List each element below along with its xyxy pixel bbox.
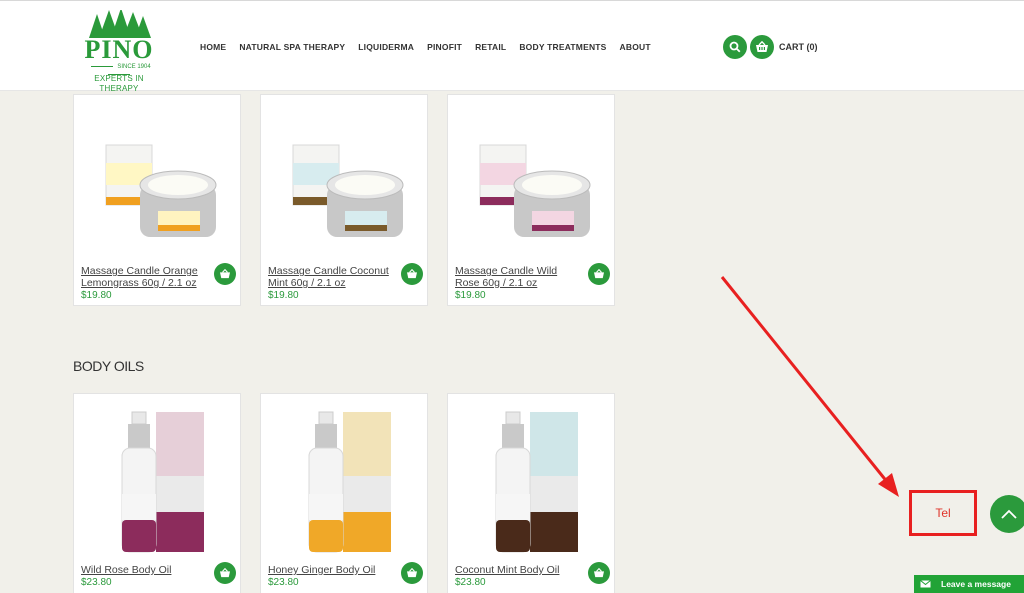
brand-tagline: EXPERTS IN THERAPY <box>94 74 144 93</box>
product-price: $19.80 <box>81 290 112 301</box>
cart-icon <box>220 269 230 279</box>
chevron-up-icon <box>1001 509 1017 519</box>
cart-icon <box>594 269 604 279</box>
product-image[interactable] <box>281 406 409 556</box>
cart-icon <box>594 568 604 578</box>
add-to-cart-button[interactable] <box>214 562 236 584</box>
product-card[interactable]: Massage Candle Orange Lemongrass 60g / 2… <box>73 94 241 306</box>
cart-icon <box>407 568 417 578</box>
add-to-cart-button[interactable] <box>214 263 236 285</box>
tel-label: Tel <box>935 506 951 520</box>
product-card[interactable]: Massage Candle Coconut Mint 60g / 2.1 oz… <box>260 94 428 306</box>
site-header: PINO SINCE 1904 EXPERTS IN THERAPY HOME … <box>0 0 1024 93</box>
cart-icon <box>407 269 417 279</box>
product-card[interactable]: Honey Ginger Body Oil $23.80 <box>260 393 428 593</box>
product-image[interactable] <box>468 115 596 245</box>
search-icon <box>729 41 741 53</box>
product-image[interactable] <box>94 115 222 245</box>
add-to-cart-button[interactable] <box>588 263 610 285</box>
envelope-icon <box>920 580 931 588</box>
cart-icon <box>756 41 768 52</box>
section-heading-body-oils: BODY OILS <box>73 358 144 374</box>
product-image[interactable] <box>468 406 596 556</box>
search-button[interactable] <box>723 35 747 59</box>
product-title[interactable]: Massage Candle Orange Lemongrass 60g / 2… <box>81 265 205 289</box>
add-to-cart-button[interactable] <box>401 263 423 285</box>
product-title[interactable]: Wild Rose Body Oil <box>81 564 205 576</box>
nav-about[interactable]: ABOUT <box>620 41 651 53</box>
nav-liquiderma[interactable]: LIQUIDERMA <box>358 41 414 53</box>
nav-retail[interactable]: RETAIL <box>475 41 506 53</box>
product-price: $19.80 <box>268 290 299 301</box>
cart-icon <box>220 568 230 578</box>
product-image[interactable] <box>94 406 222 556</box>
tel-annotation-box: Tel <box>909 490 977 536</box>
product-price: $23.80 <box>455 577 486 588</box>
nav-body-treatments[interactable]: BODY TREATMENTS <box>519 41 606 53</box>
leave-message-widget[interactable]: Leave a message <box>914 575 1024 593</box>
product-image[interactable] <box>281 115 409 245</box>
nav-natural-spa-therapy[interactable]: NATURAL SPA THERAPY <box>239 41 345 53</box>
product-card[interactable]: Massage Candle Wild Rose 60g / 2.1 oz $1… <box>447 94 615 306</box>
product-card[interactable]: Coconut Mint Body Oil $23.80 <box>447 393 615 593</box>
pino-logo[interactable]: PINO SINCE 1904 EXPERTS IN THERAPY <box>75 10 163 93</box>
scroll-to-top-button[interactable] <box>990 495 1024 533</box>
product-card[interactable]: Wild Rose Body Oil $23.80 <box>73 393 241 593</box>
nav-home[interactable]: HOME <box>200 41 226 53</box>
product-title[interactable]: Massage Candle Wild Rose 60g / 2.1 oz <box>455 265 579 289</box>
product-price: $19.80 <box>455 290 486 301</box>
leave-message-label: Leave a message <box>941 579 1011 589</box>
product-price: $23.80 <box>81 577 112 588</box>
product-title[interactable]: Honey Ginger Body Oil <box>268 564 392 576</box>
main-nav: HOME NATURAL SPA THERAPY LIQUIDERMA PINO… <box>200 41 664 53</box>
nav-pinofit[interactable]: PINOFIT <box>427 41 462 53</box>
cart-button[interactable] <box>750 35 774 59</box>
add-to-cart-button[interactable] <box>588 562 610 584</box>
add-to-cart-button[interactable] <box>401 562 423 584</box>
cart-count-link[interactable]: CART (0) <box>779 41 818 53</box>
product-price: $23.80 <box>268 577 299 588</box>
brand-name: PINO <box>84 35 154 64</box>
product-title[interactable]: Coconut Mint Body Oil <box>455 564 579 576</box>
product-title[interactable]: Massage Candle Coconut Mint 60g / 2.1 oz <box>268 265 392 289</box>
